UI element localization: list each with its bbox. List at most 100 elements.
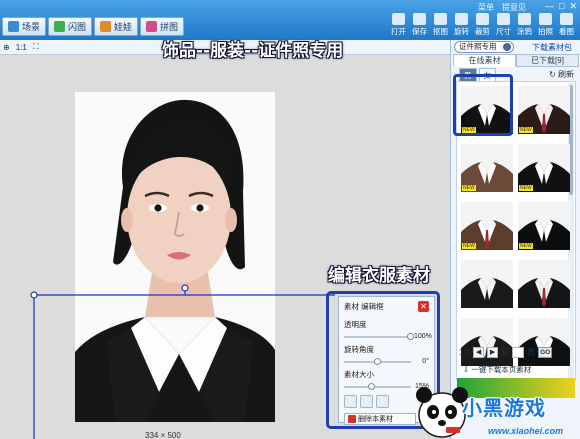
slider-knob[interactable] (407, 332, 414, 340)
tool-label: 打开 (391, 27, 406, 36)
suit-icon (518, 318, 570, 366)
fullscreen-icon[interactable]: ⛶ (33, 42, 39, 52)
refresh-button[interactable]: ↻ 刷新 (549, 69, 574, 80)
tool-label: 涂鸦 (517, 27, 532, 36)
close-icon[interactable]: ✕ (418, 301, 429, 312)
material-thumb[interactable] (461, 318, 513, 366)
material-thumb[interactable]: NEW (461, 202, 513, 250)
tab-downloaded[interactable]: 已下载[9] (516, 54, 579, 67)
rotate-button[interactable]: 旋转 (452, 13, 471, 37)
feedback-link[interactable]: 提意见 (502, 2, 526, 13)
suit-icon (461, 260, 513, 308)
chevron-down-icon (503, 43, 511, 51)
tool-label: 裁剪 (475, 27, 490, 36)
tab-label: 拼图 (160, 22, 179, 32)
flip-horizontal-icon[interactable] (344, 395, 357, 408)
close-window-button[interactable]: ✕ (569, 1, 577, 12)
material-thumb[interactable]: NEW (518, 86, 570, 134)
open-button[interactable]: 打开 (389, 13, 408, 37)
page-unit-label: 页 (527, 348, 536, 357)
tool-label: 看图 (559, 27, 574, 36)
scene-icon (8, 21, 19, 32)
suit-icon (461, 318, 513, 366)
material-panel: 证件照专用 下载素材包 在线素材 已下载[9] 男 女 ↻ 刷新 NEW NEW N… (450, 40, 580, 439)
delete-label: 删除本素材 (358, 416, 393, 423)
refresh-icon: ↻ (549, 70, 556, 79)
minimize-button[interactable]: — (545, 1, 554, 12)
tab-label: 场景 (22, 22, 41, 32)
category-select[interactable]: 证件照专用 (454, 41, 514, 53)
rotation-slider[interactable] (344, 357, 411, 365)
layer-icon[interactable] (376, 395, 389, 408)
suit-icon (518, 260, 570, 308)
tool-label: 拍照 (538, 27, 553, 36)
camera-button[interactable]: 拍照 (536, 13, 555, 37)
title-bar: 菜单 提意见 — □ ✕ 场景 闪图 娃娃 拼图 打开 保存 抠图 旋转 裁剪 … (0, 0, 580, 40)
new-badge: NEW (519, 127, 533, 133)
rotation-value: 0° (422, 358, 429, 365)
brush-button[interactable]: 涂鸦 (515, 13, 534, 37)
open-icon (392, 13, 405, 25)
cutout-button[interactable]: 抠图 (431, 13, 450, 37)
flip-vertical-icon[interactable] (360, 395, 373, 408)
portrait-photo[interactable] (75, 92, 275, 422)
tab-label: 娃娃 (114, 22, 133, 32)
new-badge: NEW (519, 243, 533, 249)
tab-online[interactable]: 在线素材 (453, 54, 516, 67)
size-label: 素材大小 (344, 370, 374, 379)
download-page-button[interactable]: ⇩ 一键下载本页素材 (463, 364, 531, 375)
crop-icon (476, 13, 489, 25)
selected-thumb-highlight (453, 74, 513, 136)
edit-panel-title: 素材 编辑框 (344, 302, 384, 311)
zoom-fit-button[interactable]: 1:1 (16, 43, 27, 52)
material-thumb[interactable] (518, 260, 570, 308)
view-icon (560, 13, 573, 25)
mode-tabs: 场景 闪图 娃娃 拼图 (2, 17, 185, 36)
doll-icon (100, 21, 112, 32)
material-thumb[interactable]: NEW (518, 144, 570, 192)
tool-label: 尺寸 (496, 27, 511, 36)
tab-doll[interactable]: 娃娃 (94, 17, 139, 36)
save-icon (413, 13, 426, 25)
zoom-in-icon[interactable]: ⊕ (3, 43, 10, 52)
prev-page-button[interactable]: ◀ (473, 347, 485, 358)
resize-button[interactable]: 尺寸 (494, 13, 513, 37)
annotation-banner-edit: 编辑衣服素材 (328, 266, 430, 286)
new-badge: NEW (519, 185, 533, 191)
window-controls: — □ ✕ (545, 1, 577, 12)
download-pack-link[interactable]: 下载素材包 (532, 42, 572, 53)
page-indicator: 1/3 (459, 348, 471, 357)
camera-icon (539, 13, 552, 25)
maximize-button[interactable]: □ (559, 1, 564, 12)
material-thumb[interactable]: NEW (461, 144, 513, 192)
download-page-label: 一键下载本页素材 (471, 365, 532, 374)
delete-icon (348, 415, 356, 423)
annotation-banner-top: 饰品--服装--证件照专用 (162, 41, 344, 61)
size-slider[interactable] (344, 382, 411, 390)
tab-flash[interactable]: 闪图 (48, 17, 93, 36)
save-button[interactable]: 保存 (410, 13, 429, 37)
view-button[interactable]: 看图 (557, 13, 576, 37)
puzzle-icon (146, 21, 158, 32)
material-thumb[interactable] (461, 260, 513, 308)
tool-label: 旋转 (454, 27, 469, 36)
opacity-label: 透明度 (344, 320, 367, 329)
delete-material-button[interactable]: 删除本素材 (344, 413, 416, 425)
material-thumb[interactable] (518, 318, 570, 366)
portrait-image (75, 92, 275, 422)
go-button[interactable]: GO (538, 347, 553, 358)
slider-knob[interactable] (368, 382, 376, 390)
opacity-slider[interactable] (344, 332, 414, 340)
new-badge: NEW (462, 185, 476, 191)
menu-link[interactable]: 菜单 (478, 2, 494, 13)
tab-puzzle[interactable]: 拼图 (140, 17, 185, 36)
slider-knob[interactable] (373, 357, 381, 365)
crop-button[interactable]: 裁剪 (473, 13, 492, 37)
tab-label: 闪图 (68, 22, 87, 32)
next-page-button[interactable]: ▶ (487, 347, 499, 358)
resize-icon (497, 13, 510, 25)
tab-scene[interactable]: 场景 (2, 17, 47, 36)
page-input[interactable] (512, 347, 525, 358)
material-thumb[interactable]: NEW (518, 202, 570, 250)
pager: 1/3 ◀ ▶ 到 页 GO (459, 347, 553, 358)
